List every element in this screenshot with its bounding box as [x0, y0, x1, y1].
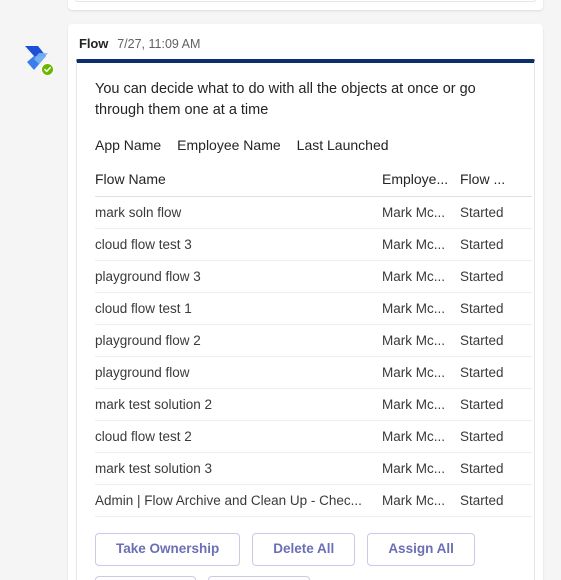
table-row[interactable]: mark test solution 3 Mark Mc... Started: [95, 452, 532, 486]
cell-flow-status: Started: [460, 196, 532, 230]
meta-label-app-name: App Name: [95, 137, 162, 154]
table-row[interactable]: cloud flow test 1 Mark Mc... Started: [95, 292, 532, 326]
cell-flow-name: Admin | Flow Archive and Clean Up - Chec…: [95, 484, 382, 518]
column-header-flow-status: Flow ...: [460, 167, 532, 198]
email-me-button[interactable]: Email Me: [95, 576, 196, 580]
cell-flow-status: Started: [460, 452, 532, 486]
power-automate-icon: [25, 46, 54, 76]
see-each-button[interactable]: See Each: [207, 576, 310, 580]
meta-labels-row: App Name Employee Name Last Launched: [95, 137, 516, 153]
table-row[interactable]: playground flow 3 Mark Mc... Started: [95, 260, 532, 294]
flow-table-header: Flow Name Employe... Flow ...: [95, 167, 532, 198]
cell-flow-status: Started: [460, 292, 532, 326]
avatar: [18, 40, 58, 80]
cell-flow-name: playground flow 2: [95, 324, 382, 358]
cell-flow-status: Started: [460, 420, 532, 454]
previous-message-card: [68, 0, 543, 10]
meta-label-last-launched: Last Launched: [296, 137, 389, 154]
table-row[interactable]: playground flow 2 Mark Mc... Started: [95, 324, 532, 358]
table-row[interactable]: cloud flow test 2 Mark Mc... Started: [95, 420, 532, 454]
delete-all-button[interactable]: Delete All: [252, 533, 356, 566]
flow-table-body: mark soln flow Mark Mc... Started cloud flo…: [95, 196, 532, 518]
message-timestamp: 7/27, 11:09 AM: [117, 37, 201, 51]
cell-flow-status: Started: [460, 356, 532, 390]
message-header: Flow 7/27, 11:09 AM: [76, 36, 535, 51]
cell-flow-status: Started: [460, 484, 532, 518]
cell-flow-name: cloud flow test 2: [95, 420, 382, 454]
message-card: Flow 7/27, 11:09 AM You can decide what …: [68, 24, 543, 580]
table-row[interactable]: playground flow Mark Mc... Started: [95, 356, 532, 390]
table-row[interactable]: mark soln flow Mark Mc... Started: [95, 196, 532, 230]
table-header-row: Flow Name Employe... Flow ...: [95, 167, 532, 198]
cell-employee: Mark Mc...: [382, 324, 460, 358]
cell-employee: Mark Mc...: [382, 228, 460, 262]
flow-table: Flow Name Employe... Flow ... mark soln …: [95, 167, 532, 518]
card-actions: Take Ownership Delete All Assign All Email …: [95, 533, 516, 580]
cell-flow-status: Started: [460, 324, 532, 358]
cell-flow-name: cloud flow test 3: [95, 228, 382, 262]
cell-flow-name: mark test solution 3: [95, 452, 382, 486]
cell-employee: Mark Mc...: [382, 388, 460, 422]
cell-employee: Mark Mc...: [382, 260, 460, 294]
cell-flow-name: playground flow: [95, 356, 382, 390]
cell-employee: Mark Mc...: [382, 420, 460, 454]
adaptive-card: You can decide what to do with all the o…: [76, 59, 535, 580]
cell-employee: Mark Mc...: [382, 292, 460, 326]
cell-flow-status: Started: [460, 228, 532, 262]
sender-name: Flow: [79, 36, 109, 51]
previous-card-body: [75, 0, 536, 2]
table-row[interactable]: Admin | Flow Archive and Clean Up - Chec…: [95, 484, 532, 518]
cell-flow-name: mark test solution 2: [95, 388, 382, 422]
table-row[interactable]: mark test solution 2 Mark Mc... Started: [95, 388, 532, 422]
cell-flow-name: playground flow 3: [95, 260, 382, 294]
card-body-text: You can decide what to do with all the o…: [95, 81, 476, 118]
cell-employee: Mark Mc...: [382, 356, 460, 390]
chat-page: Flow 7/27, 11:09 AM You can decide what …: [0, 0, 561, 580]
cell-employee: Mark Mc...: [382, 196, 460, 230]
cell-flow-status: Started: [460, 388, 532, 422]
cell-flow-name: cloud flow test 1: [95, 292, 382, 326]
cell-employee: Mark Mc...: [382, 484, 460, 518]
column-header-flow-name: Flow Name: [95, 167, 382, 198]
cell-employee: Mark Mc...: [382, 452, 460, 486]
take-ownership-button[interactable]: Take Ownership: [95, 533, 241, 566]
cell-flow-name: mark soln flow: [95, 196, 382, 230]
column-header-employee: Employe...: [382, 167, 460, 198]
table-row[interactable]: cloud flow test 3 Mark Mc... Started: [95, 228, 532, 262]
cell-flow-status: Started: [460, 260, 532, 294]
meta-label-employee-name: Employee Name: [177, 137, 281, 154]
assign-all-button[interactable]: Assign All: [367, 533, 475, 566]
